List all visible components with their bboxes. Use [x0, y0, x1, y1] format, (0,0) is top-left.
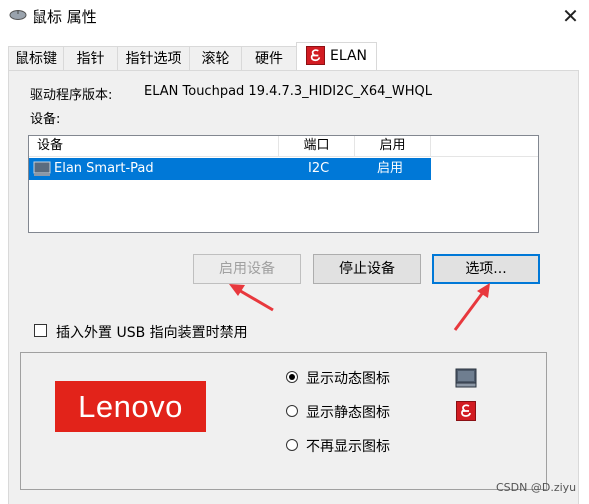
radio-button[interactable]	[286, 371, 298, 383]
elan-icon	[305, 45, 325, 65]
options-button[interactable]: 选项...	[432, 254, 540, 284]
column-header-port[interactable]: 端口	[279, 136, 355, 156]
usb-disable-checkbox[interactable]	[34, 324, 47, 337]
tab-mouse-buttons[interactable]: 鼠标键	[8, 46, 64, 70]
column-header-enabled[interactable]: 启用	[355, 136, 431, 156]
tab-bar: 鼠标键 指针 指针选项 滚轮 硬件 ELAN	[0, 40, 589, 71]
device-name: Elan Smart-Pad	[54, 161, 154, 176]
tab-elan[interactable]: ELAN	[296, 42, 377, 71]
devices-label: 设备:	[30, 112, 61, 127]
window-title: 鼠标 属性	[32, 8, 97, 26]
watermark: CSDN @D.ziyu	[496, 481, 577, 494]
mouse-icon	[9, 10, 27, 20]
radio-button[interactable]	[286, 439, 298, 451]
device-list[interactable]: 设备 端口 启用 Elan Smart-Pad I2C 启用	[28, 135, 539, 233]
enable-device-button[interactable]: 启用设备	[193, 254, 301, 284]
tab-elan-label: ELAN	[329, 48, 368, 64]
column-header-device[interactable]: 设备	[29, 136, 279, 156]
tab-hardware[interactable]: 硬件	[241, 46, 297, 70]
radio-button[interactable]	[286, 405, 298, 417]
close-button[interactable]: ✕	[552, 0, 589, 32]
elan-icon	[456, 401, 476, 421]
driver-version-value: ELAN Touchpad 19.4.7.3_HIDI2C_X64_WHQL	[144, 84, 433, 99]
touchpad-icon	[33, 161, 51, 176]
title-bar: 鼠标 属性 ✕	[0, 0, 589, 32]
tab-pointer-options[interactable]: 指针选项	[117, 46, 190, 70]
usb-disable-label: 插入外置 USB 指向装置时禁用	[56, 325, 248, 341]
disable-device-button[interactable]: 停止设备	[313, 254, 421, 284]
tab-wheel[interactable]: 滚轮	[189, 46, 242, 70]
table-row[interactable]: Elan Smart-Pad I2C 启用	[29, 158, 431, 180]
driver-version-label: 驱动程序版本:	[30, 88, 113, 103]
touchpad-icon	[455, 368, 477, 388]
tab-pointers[interactable]: 指针	[63, 46, 118, 70]
radio-label: 显示动态图标	[306, 371, 390, 387]
device-port: I2C	[308, 161, 330, 176]
radio-label: 不再显示图标	[306, 439, 390, 455]
lenovo-logo: Lenovo	[55, 381, 206, 432]
radio-label: 显示静态图标	[306, 405, 390, 421]
device-enabled: 启用	[377, 161, 404, 176]
list-header: 设备 端口 启用	[29, 136, 538, 157]
